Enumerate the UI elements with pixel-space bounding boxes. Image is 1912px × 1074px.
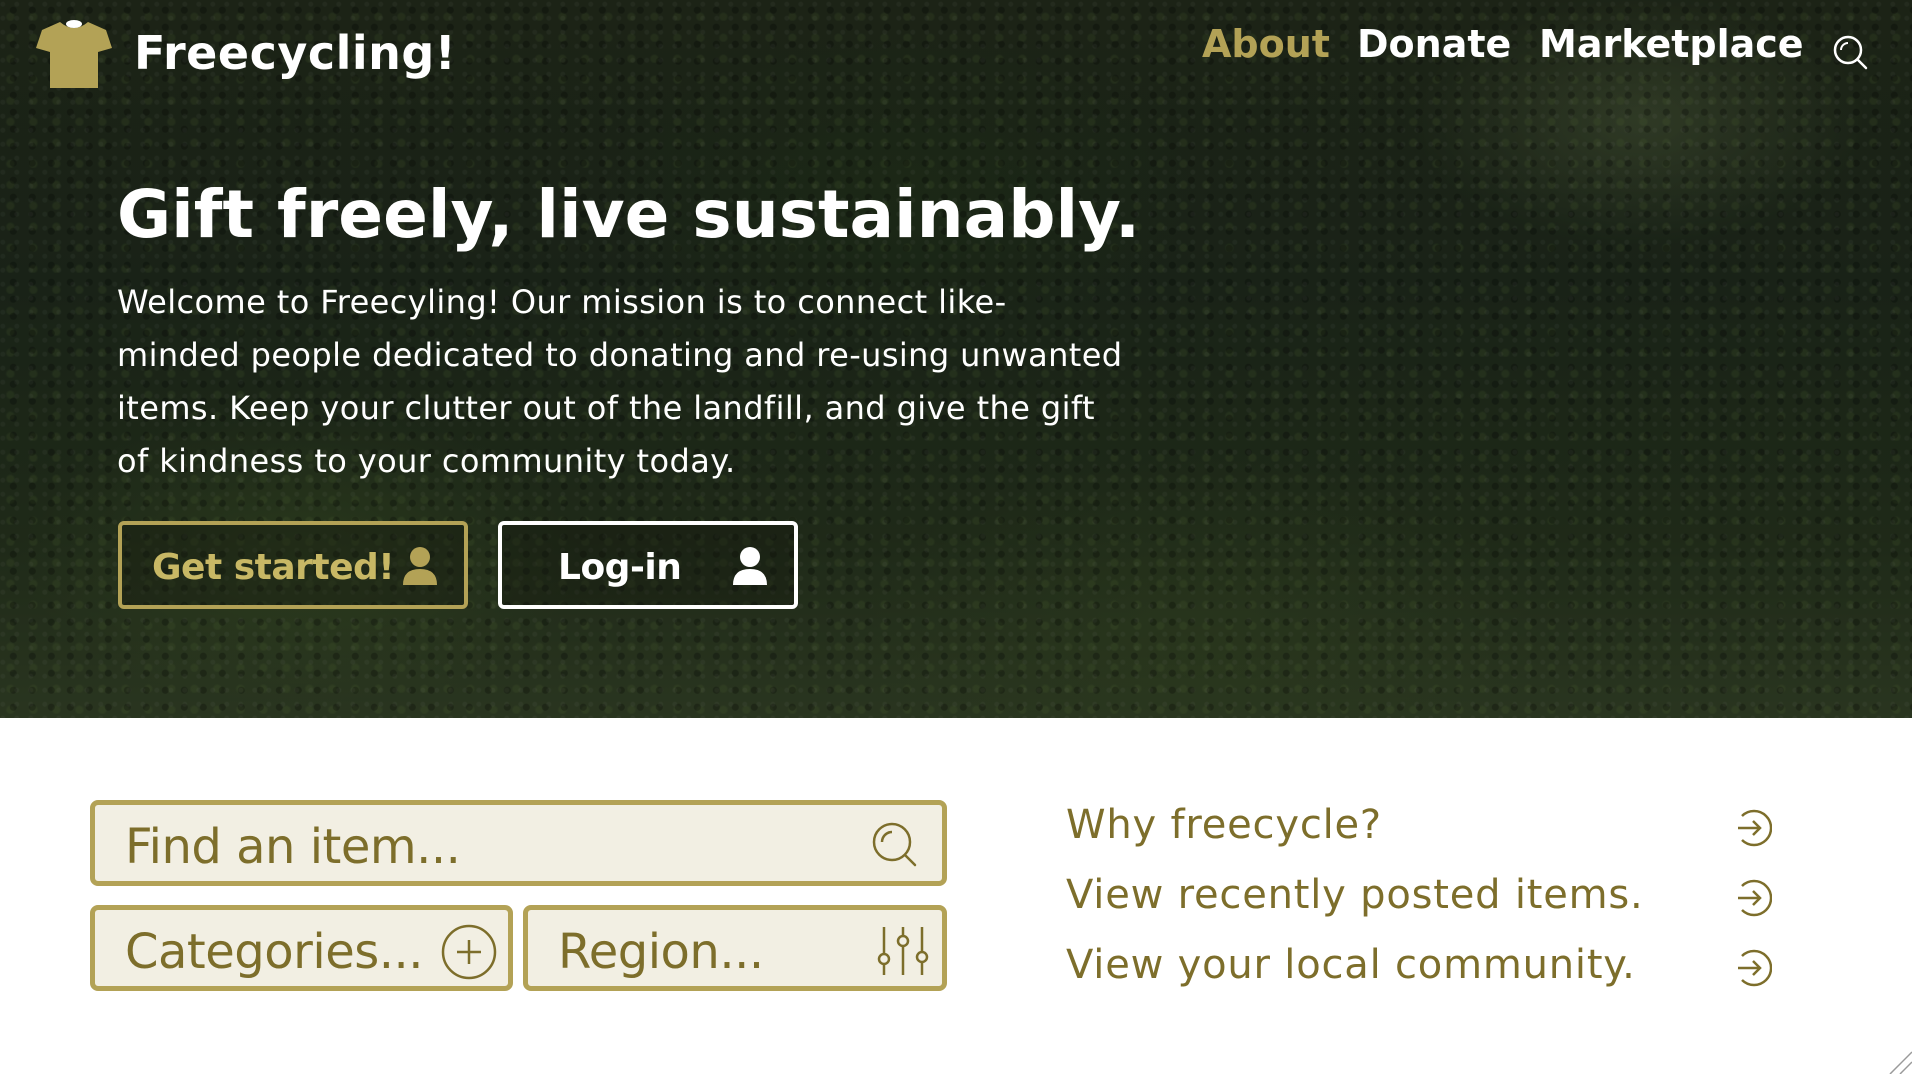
plus-circle-icon[interactable] <box>440 923 498 981</box>
region-label: Region... <box>558 924 764 980</box>
get-started-label: Get started! <box>152 547 395 588</box>
resize-grip-icon[interactable] <box>1882 1044 1912 1074</box>
sliders-icon[interactable] <box>874 923 932 979</box>
user-icon <box>400 545 440 587</box>
arrow-right-circle-icon <box>1732 808 1773 848</box>
why-freecycle-label: Why freecycle? <box>1066 802 1382 848</box>
brand-name[interactable]: Freecycling! <box>134 26 456 80</box>
categories-dropdown[interactable]: Categories... <box>90 905 513 991</box>
region-dropdown[interactable]: Region... <box>523 905 947 991</box>
user-icon <box>730 545 770 587</box>
search-icon[interactable] <box>1832 34 1868 70</box>
tshirt-icon[interactable] <box>36 18 112 92</box>
hero-banner: Freecycling! About Donate Marketplace Gi… <box>0 0 1912 718</box>
nav-about-link[interactable]: About <box>1202 22 1330 66</box>
nav-donate-link[interactable]: Donate <box>1357 22 1511 66</box>
categories-label: Categories... <box>125 924 424 980</box>
login-label: Log-in <box>558 547 682 588</box>
why-freecycle-link[interactable]: Why freecycle? <box>1066 802 1786 858</box>
hero-headline: Gift freely, live sustainably. <box>117 176 1141 253</box>
find-item-search-input[interactable]: Find an item... <box>90 800 947 886</box>
arrow-right-circle-icon <box>1732 878 1773 918</box>
find-item-placeholder: Find an item... <box>125 819 461 875</box>
arrow-right-circle-icon <box>1732 948 1773 988</box>
recent-items-label: View recently posted items. <box>1066 872 1644 918</box>
login-button[interactable]: Log-in <box>498 521 798 609</box>
nav-marketplace-link[interactable]: Marketplace <box>1539 22 1804 66</box>
local-community-link[interactable]: View your local community. <box>1066 942 1786 998</box>
recent-items-link[interactable]: View recently posted items. <box>1066 872 1786 928</box>
local-community-label: View your local community. <box>1066 942 1636 988</box>
hero-intro: Welcome to Freecyling! Our mission is to… <box>117 283 1123 480</box>
search-icon[interactable] <box>870 820 922 872</box>
get-started-button[interactable]: Get started! <box>118 521 468 609</box>
